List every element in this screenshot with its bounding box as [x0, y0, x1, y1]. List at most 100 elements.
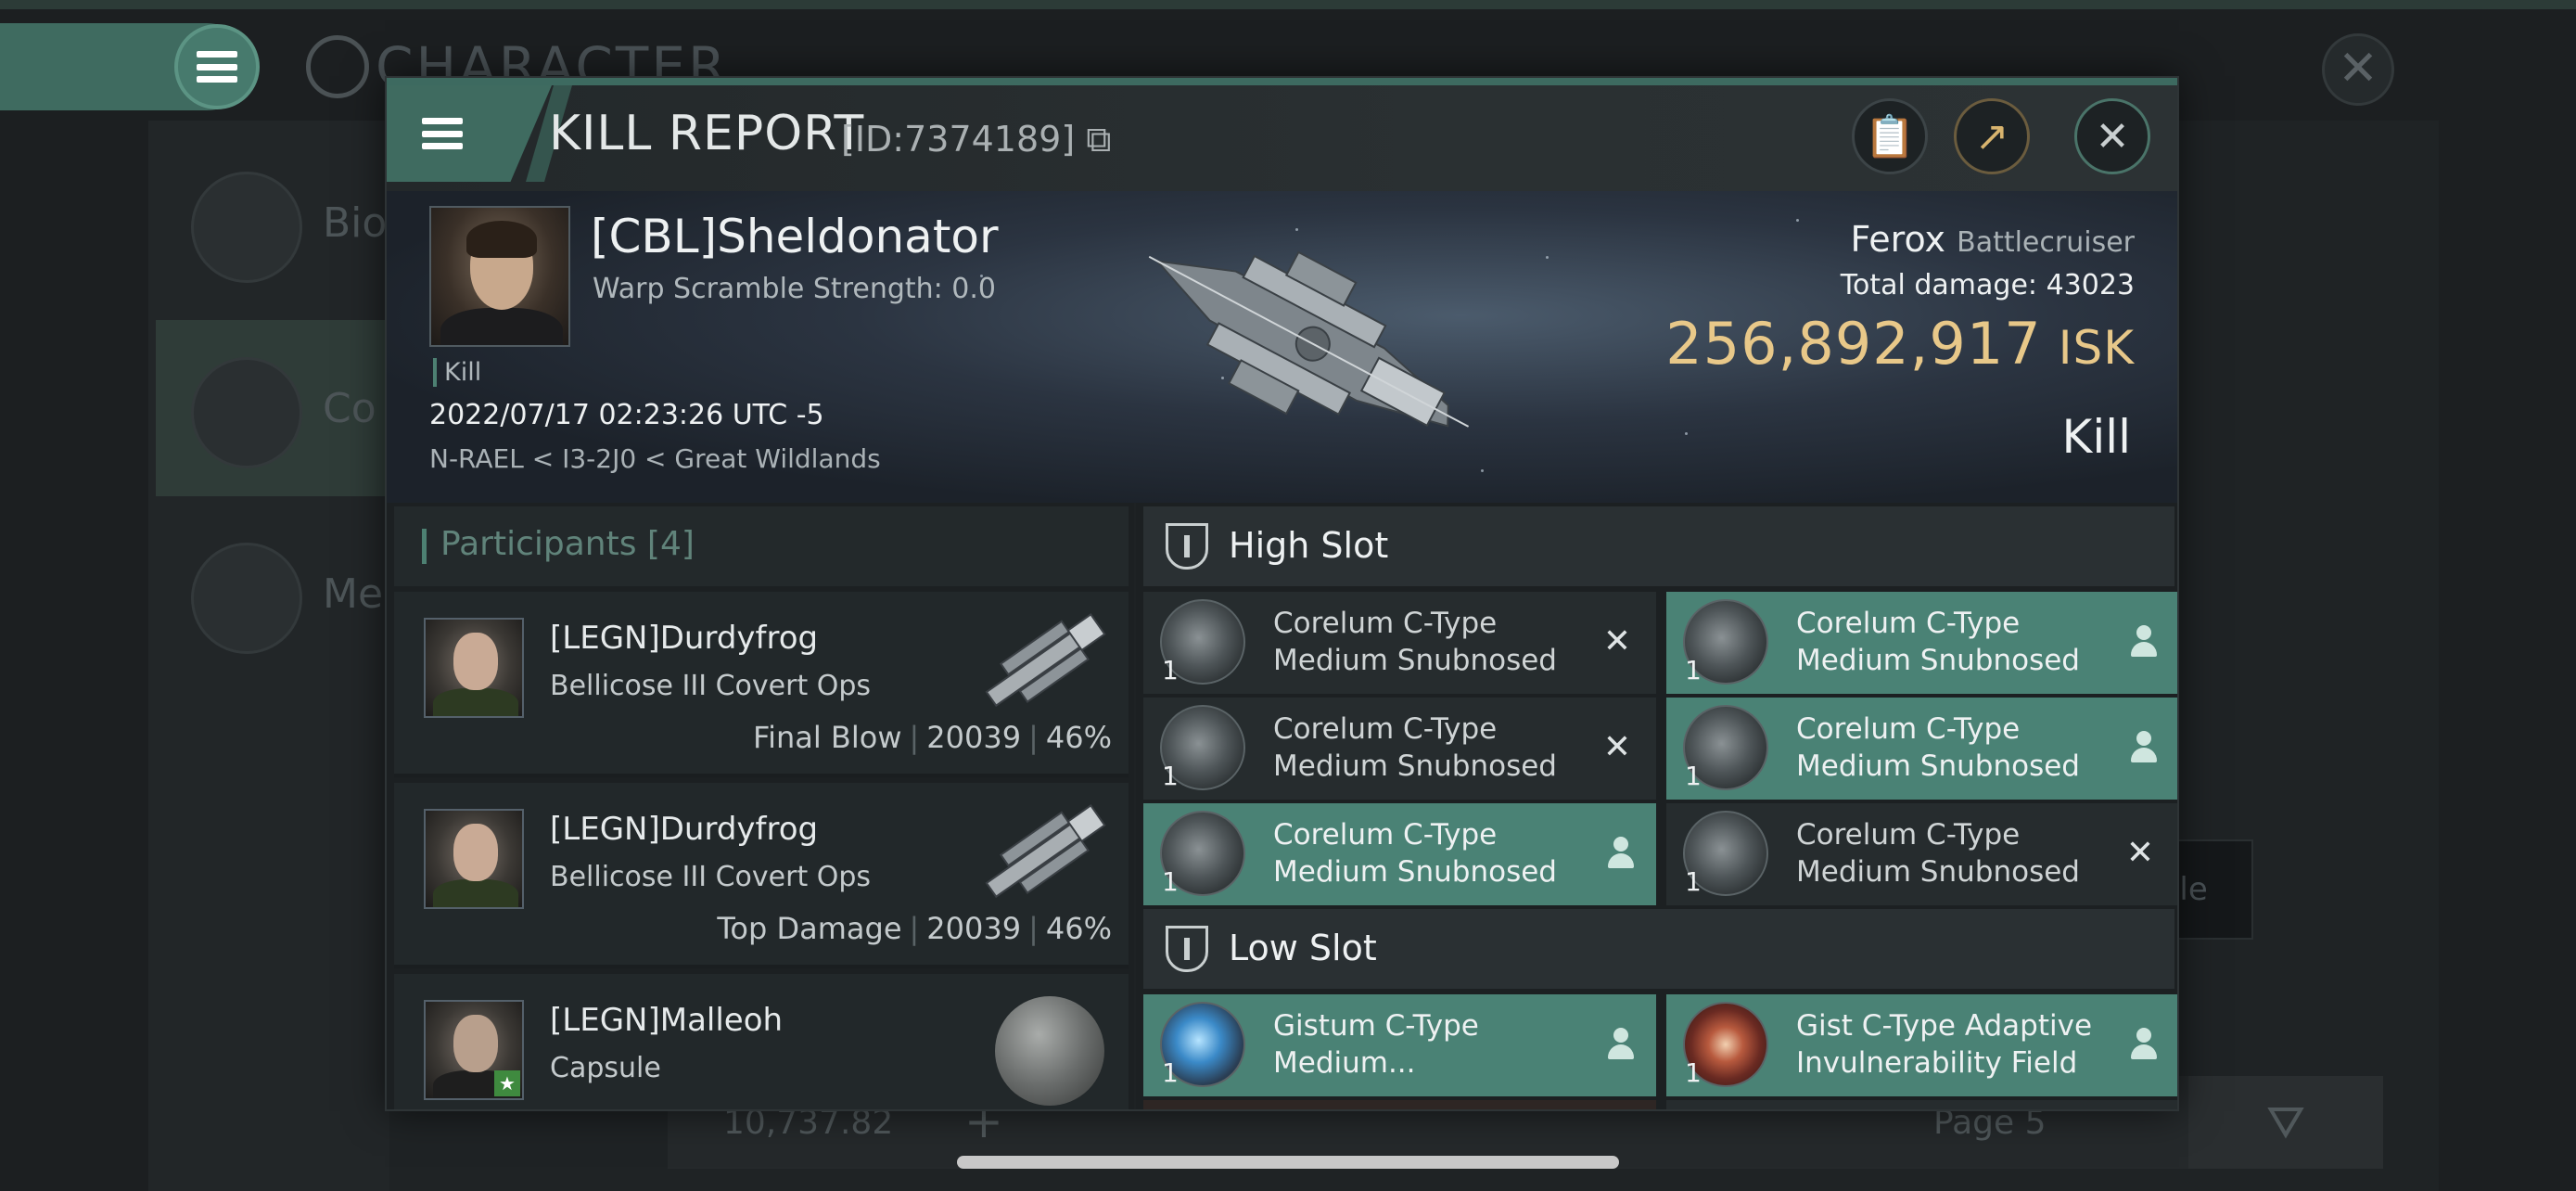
isk-value: 256,892,917 ISK — [1665, 310, 2135, 378]
participant-name: [LEGN]Durdyfrog — [550, 620, 819, 657]
kill-id[interactable]: [ID:7374189] ⧉ — [841, 119, 1111, 160]
isk-unit: ISK — [2058, 321, 2135, 375]
participant-portrait[interactable] — [424, 618, 524, 718]
participants-label: Participants — [440, 525, 637, 563]
star-icon — [191, 543, 302, 654]
participant-portrait[interactable]: ★ — [424, 1000, 524, 1100]
kill-result: Kill — [2061, 410, 2131, 464]
bg-sidebar-item-bio[interactable]: Bio — [156, 134, 397, 311]
ship-name[interactable]: Ferox Battlecruiser — [1851, 219, 2136, 260]
warp-scramble-strength: Warp Scramble Strength: 0.0 — [593, 273, 997, 305]
module-item[interactable]: 1 Gistum C-Type Medium... — [1143, 994, 1656, 1096]
fitting-panel: High Slot 1 Corelum C-Type Medium Snubnos… — [1136, 503, 2177, 1109]
dialog-accent-line — [387, 78, 2177, 85]
close-button[interactable]: ✕ — [2074, 98, 2150, 174]
ship-render[interactable] — [1101, 200, 1509, 479]
dropped-person-icon — [2131, 731, 2157, 764]
participant-stat: Final Blow | 20039 | 46% — [753, 720, 1112, 755]
participant-stat: Top Damage | 20039 | 46% — [717, 911, 1112, 946]
list-icon — [191, 172, 302, 283]
module-qty: 1 — [1162, 761, 1179, 791]
module-name: Gist C-Type Adaptive Invulnerability Fiel… — [1796, 1009, 2093, 1080]
participant-ship-icon — [985, 803, 1106, 899]
ship-class: Battlecruiser — [1957, 226, 2135, 259]
module-item[interactable]: 1 Corelum C-TypeMedium Snubnosed ... ✕ — [1666, 803, 2177, 926]
participant-ship: Capsule — [550, 1052, 661, 1084]
participants-title: Participants [4] — [440, 525, 695, 563]
participant-damage: 20039 — [926, 720, 1022, 755]
slot-shield-icon — [1166, 926, 1208, 972]
header-bar — [422, 529, 427, 564]
module-name: Gistum C-Type Medium... — [1273, 1009, 1479, 1080]
kill-report-dialog: KILL REPORT [ID:7374189] ⧉ 📋 ↗ ✕ [CBL]Sh… — [385, 76, 2179, 1111]
slot-shield-icon — [1166, 523, 1208, 570]
share-button[interactable]: ↗ — [1954, 98, 2030, 174]
hamburger-icon — [197, 51, 237, 83]
copy-icon[interactable]: ⧉ — [1075, 119, 1111, 160]
module-item-partial[interactable] — [1143, 1100, 1656, 1109]
participant-damage: 20039 — [926, 911, 1022, 946]
participants-count: [4] — [646, 525, 695, 563]
character-icon — [306, 35, 369, 98]
participant-row[interactable]: [LEGN]Durdyfrog Bellicose III Covert Ops… — [394, 783, 1129, 968]
participant-ship: Bellicose III Covert Ops — [550, 861, 872, 893]
module-item[interactable]: 1 Gist C-Type Adaptive Invulnerability Fi… — [1666, 994, 2177, 1096]
module-qty: 1 — [1162, 1057, 1179, 1088]
victim-name[interactable]: [CBL]Sheldonator — [591, 210, 999, 263]
participant-row[interactable]: [LEGN]Durdyfrog Bellicose III Covert Ops… — [394, 592, 1129, 777]
top-accent-line — [0, 0, 2576, 9]
bg-close-icon[interactable]: ✕ — [2322, 33, 2394, 106]
participants-header: Participants [4] — [394, 506, 1129, 586]
module-item[interactable]: 1 Corelum C-TypeMedium Snubnosed ... ✕ — [1143, 698, 1656, 820]
module-qty: 1 — [1685, 761, 1702, 791]
module-item-partial[interactable] — [1666, 1100, 2177, 1109]
share-icon: ↗ — [1974, 112, 2009, 160]
module-item[interactable]: 1 Corelum C-TypeMedium Snubnosed ... — [1666, 592, 2177, 714]
module-item[interactable]: 1 Corelum C-TypeMedium Snubnosed ... — [1143, 803, 1656, 926]
participants-panel: Participants [4] [LEGN]Durdyfrog Bellico… — [387, 503, 1134, 1109]
clipboard-icon: 📋 — [1864, 113, 1916, 160]
participant-name: [LEGN]Durdyfrog — [550, 811, 819, 848]
participant-portrait[interactable] — [424, 809, 524, 909]
home-indicator[interactable] — [957, 1156, 1619, 1169]
kill-id-text: [ID:7374189] — [841, 119, 1076, 160]
kill-tag: Kill — [433, 358, 481, 387]
module-qty: 1 — [1162, 866, 1179, 897]
bg-filter-icon[interactable]: ⛛ — [2188, 1076, 2383, 1169]
module-item[interactable]: 1 Corelum C-TypeMedium Snubnosed ... — [1666, 698, 2177, 820]
destroyed-x-icon: ✕ — [1602, 622, 1632, 660]
high-slot-label: High Slot — [1229, 525, 1389, 566]
module-qty: 1 — [1685, 1057, 1702, 1088]
bg-sidebar-item-medals[interactable]: Me — [156, 506, 397, 682]
module-qty: 1 — [1685, 866, 1702, 897]
dropped-person-icon — [2131, 1028, 2157, 1061]
total-damage-value: 43023 — [2046, 269, 2135, 301]
bg-sidebar-item-combat[interactable]: Co — [156, 320, 397, 496]
low-slot-label: Low Slot — [1229, 928, 1377, 968]
clipboard-button[interactable]: 📋 — [1852, 98, 1928, 174]
participant-ship-icon — [985, 612, 1106, 708]
hamburger-icon — [422, 118, 463, 149]
kill-location[interactable]: N-RAEL < I3-2J0 < Great Wildlands — [429, 443, 881, 474]
bg-menu-button[interactable] — [174, 24, 260, 109]
total-damage-label: Total damage: — [1840, 269, 2038, 301]
crossed-swords-icon — [191, 357, 302, 468]
close-icon: ✕ — [2095, 112, 2130, 160]
module-item[interactable]: 1 Corelum C-TypeMedium Snubnosed ... ✕ — [1143, 592, 1656, 714]
participant-role: Final Blow — [753, 720, 902, 755]
high-slot-header: High Slot — [1143, 506, 2174, 586]
victim-portrait[interactable] — [429, 206, 570, 347]
dropped-person-icon — [2131, 625, 2157, 659]
star-badge-icon: ★ — [494, 1070, 520, 1096]
module-qty: 1 — [1685, 655, 1702, 685]
participant-name: [LEGN]Malleoh — [550, 1002, 784, 1039]
bg-sidebar-label: Me — [323, 570, 384, 618]
victim-banner: [CBL]Sheldonator Warp Scramble Strength:… — [387, 191, 2177, 503]
dialog-title: KILL REPORT — [549, 106, 865, 161]
participant-row[interactable]: ★ [LEGN]Malleoh Capsule — [394, 974, 1129, 1109]
bg-sidebar-label: Co — [323, 385, 376, 432]
total-damage: Total damage: 43023 — [1841, 269, 2135, 301]
kill-timestamp: 2022/07/17 02:23:26 UTC -5 — [429, 399, 824, 431]
module-qty: 1 — [1162, 655, 1179, 685]
participant-ship: Bellicose III Covert Ops — [550, 670, 872, 702]
